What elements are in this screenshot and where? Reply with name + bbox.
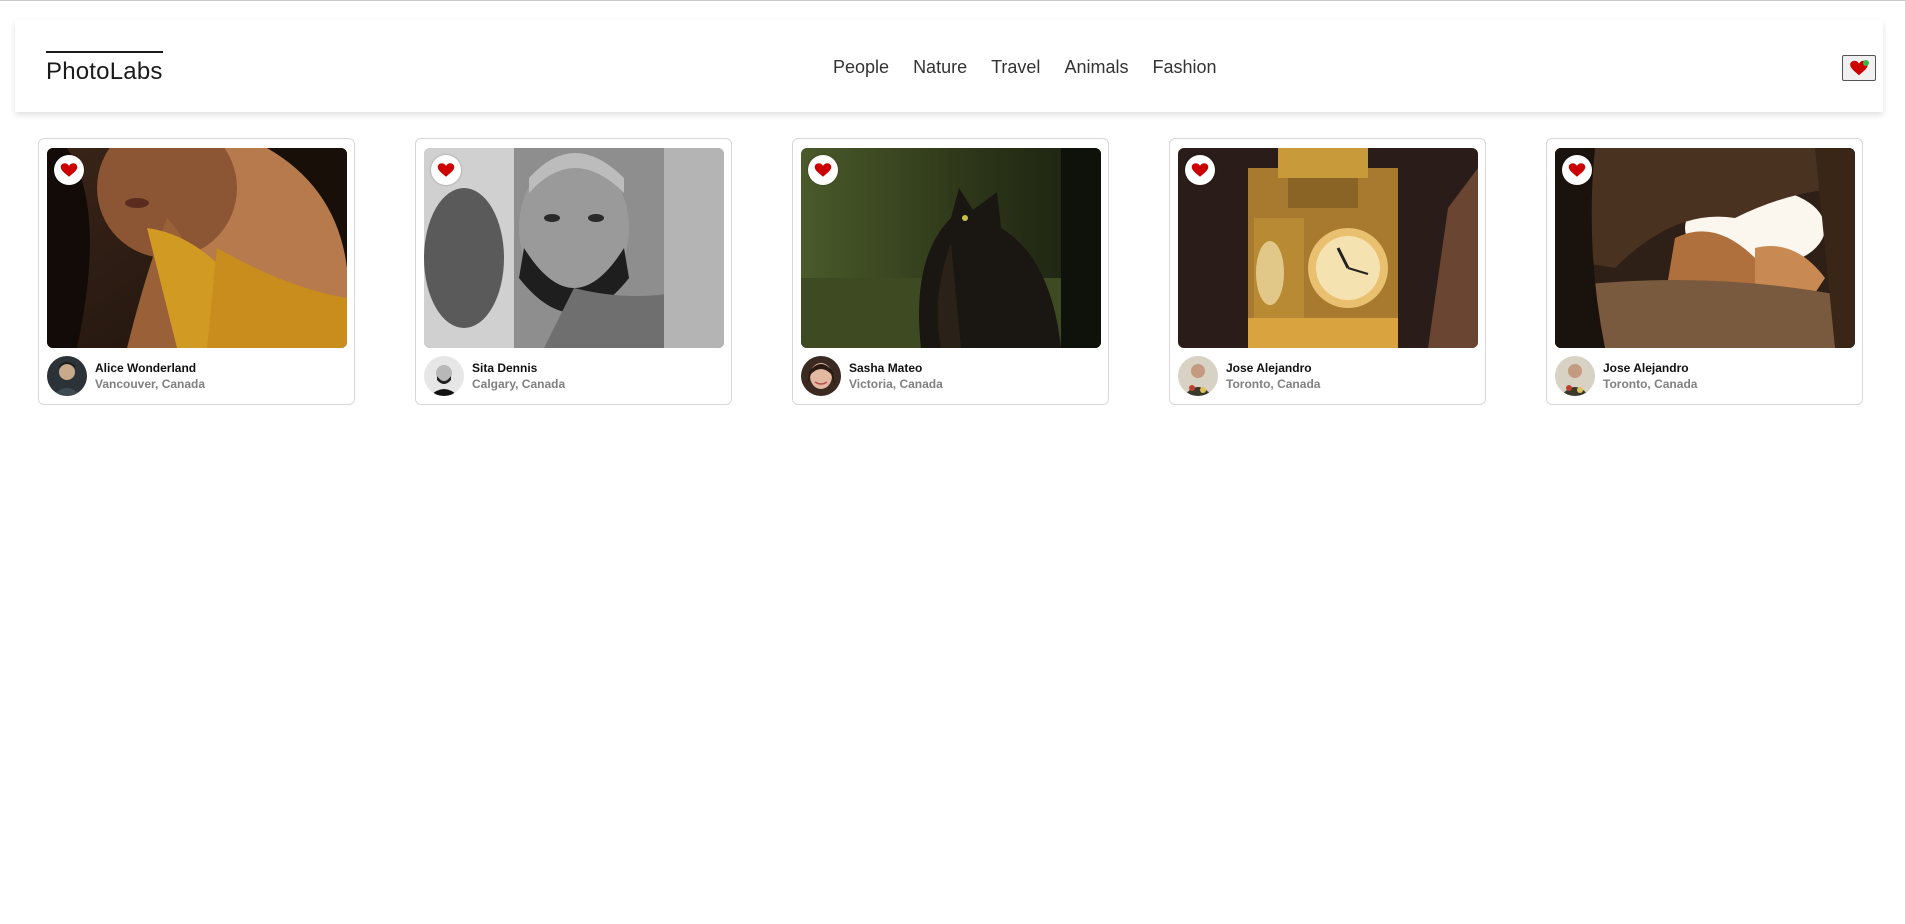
top-navigation-bar: PhotoLabs People Nature Travel Animals F…	[15, 20, 1883, 112]
user-location: Calgary, Canada	[472, 377, 566, 391]
favorites-indicator-dot	[1863, 60, 1869, 66]
topic-people[interactable]: People	[833, 57, 889, 78]
photo-user-details: Sasha Mateo Victoria, Canada	[801, 356, 943, 396]
heart-icon	[60, 163, 78, 177]
photo-user-details: Alice Wonderland Vancouver, Canada	[47, 356, 205, 396]
photo-image[interactable]	[1555, 148, 1855, 348]
photo-image[interactable]	[47, 148, 347, 348]
avatar	[1555, 356, 1595, 396]
user-name: Jose Alejandro	[1603, 361, 1689, 375]
photo-user-details: Jose Alejandro Toronto, Canada	[1178, 356, 1320, 396]
user-location: Toronto, Canada	[1603, 377, 1698, 391]
photo-list-item[interactable]: Jose Alejandro Toronto, Canada	[1169, 138, 1486, 405]
topic-nature[interactable]: Nature	[913, 57, 967, 78]
heart-icon	[1191, 163, 1209, 177]
photo-list-item[interactable]: Alice Wonderland Vancouver, Canada	[38, 138, 355, 405]
user-name: Sasha Mateo	[849, 361, 923, 375]
photo-user-details: Jose Alejandro Toronto, Canada	[1555, 356, 1697, 396]
photo-image[interactable]	[801, 148, 1101, 348]
topic-list: People Nature Travel Animals Fashion	[833, 57, 1217, 78]
avatar	[801, 356, 841, 396]
photo-user-details: Sita Dennis Calgary, Canada	[424, 356, 565, 396]
heart-icon	[814, 163, 832, 177]
photo-list: Alice Wonderland Vancouver, Canada Sita …	[38, 138, 1863, 405]
user-name: Alice Wonderland	[95, 361, 197, 375]
app-logo[interactable]: PhotoLabs	[46, 51, 163, 86]
avatar	[424, 356, 464, 396]
user-location: Vancouver, Canada	[95, 377, 206, 391]
favorite-button[interactable]	[1562, 155, 1592, 185]
photo-list-item[interactable]: Sasha Mateo Victoria, Canada	[792, 138, 1109, 405]
topic-fashion[interactable]: Fashion	[1152, 57, 1216, 78]
user-location: Victoria, Canada	[849, 377, 943, 391]
avatar	[47, 356, 87, 396]
topic-travel[interactable]: Travel	[991, 57, 1040, 78]
photo-image[interactable]	[1178, 148, 1478, 348]
favorite-button[interactable]	[1185, 155, 1215, 185]
favorite-button[interactable]	[54, 155, 84, 185]
heart-icon	[437, 163, 455, 177]
favorites-badge[interactable]	[1842, 55, 1876, 81]
photo-list-item[interactable]: Sita Dennis Calgary, Canada	[415, 138, 732, 405]
user-name: Jose Alejandro	[1226, 361, 1312, 375]
user-name: Sita Dennis	[472, 361, 538, 375]
photo-list-item[interactable]: Jose Alejandro Toronto, Canada	[1546, 138, 1863, 405]
photo-image[interactable]	[424, 148, 724, 348]
top-rule	[0, 0, 1905, 1]
topic-animals[interactable]: Animals	[1064, 57, 1128, 78]
favorite-button[interactable]	[431, 155, 461, 185]
favorite-button[interactable]	[808, 155, 838, 185]
user-location: Toronto, Canada	[1226, 377, 1321, 391]
heart-icon	[1568, 163, 1586, 177]
avatar	[1178, 356, 1218, 396]
